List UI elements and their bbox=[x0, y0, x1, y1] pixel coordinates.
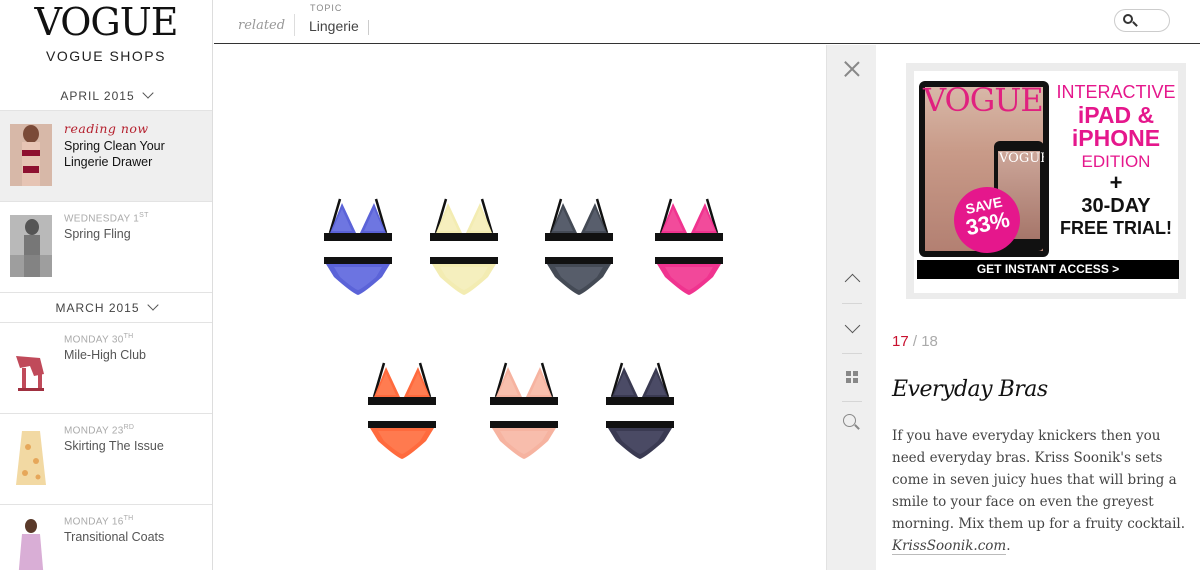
divider bbox=[368, 20, 369, 35]
close-button[interactable] bbox=[827, 49, 877, 89]
list-item[interactable]: MONDAY 30th Mile-High Club bbox=[0, 323, 212, 414]
top-bar: related TOPIC Lingerie bbox=[214, 0, 1200, 44]
vogue-shops-title[interactable]: VOGUE SHOPS bbox=[0, 48, 212, 64]
grid-view-button[interactable] bbox=[827, 357, 877, 397]
lingerie-set bbox=[426, 197, 502, 307]
zoom-button[interactable] bbox=[827, 403, 877, 443]
gallery-image[interactable] bbox=[214, 45, 826, 570]
item-date: MONDAY 23rd bbox=[64, 424, 135, 437]
grid-icon bbox=[846, 371, 858, 383]
article-body: If you have everyday knickers then you n… bbox=[892, 428, 1186, 555]
item-date: MONDAY 30th bbox=[64, 333, 134, 346]
item-title: Spring Clean Your Lingerie Drawer bbox=[64, 139, 165, 169]
thumbnail-image bbox=[10, 518, 52, 570]
get-access-button[interactable]: GET INSTANT ACCESS > bbox=[917, 260, 1179, 279]
vogue-logo[interactable]: VOGUE bbox=[0, 2, 212, 42]
previous-button[interactable] bbox=[827, 258, 877, 298]
thumbnail-image bbox=[10, 124, 52, 186]
thumbnail-image bbox=[10, 427, 52, 489]
list-item[interactable]: MONDAY 23rd Skirting The Issue bbox=[0, 414, 212, 505]
month-label: APRIL 2015 bbox=[60, 88, 135, 103]
item-date: MONDAY 16th bbox=[64, 515, 134, 528]
list-item[interactable]: MONDAY 16th Transitional Coats bbox=[0, 505, 212, 570]
gallery-controls bbox=[826, 45, 876, 570]
lingerie-set bbox=[541, 197, 617, 307]
topic-link[interactable]: Lingerie bbox=[309, 18, 359, 34]
chevron-down-icon bbox=[146, 299, 159, 311]
lingerie-set bbox=[602, 361, 678, 471]
lingerie-set bbox=[651, 197, 727, 307]
article-title: Everyday Bras bbox=[892, 377, 1048, 402]
zoom-in-icon bbox=[843, 414, 861, 432]
item-title: Spring Fling bbox=[64, 227, 131, 242]
article-panel: VOGUE VOGUE SAVE 33% INTERACTIVE iPAD & … bbox=[876, 45, 1200, 570]
slide-counter: 17 / 18 bbox=[892, 333, 938, 350]
sidebar: VOGUE VOGUE SHOPS APRIL 2015 reading now… bbox=[0, 0, 213, 570]
lingerie-set bbox=[486, 361, 562, 471]
thumbnail-image bbox=[10, 215, 52, 277]
thumbnail-image bbox=[10, 336, 52, 398]
lingerie-set bbox=[320, 197, 396, 307]
item-title: Skirting The Issue bbox=[64, 439, 164, 454]
item-title: Mile-High Club bbox=[64, 348, 146, 363]
chevron-up-icon bbox=[844, 273, 860, 289]
search-button[interactable] bbox=[1114, 9, 1170, 32]
advertisement[interactable]: VOGUE VOGUE SAVE 33% INTERACTIVE iPAD & … bbox=[906, 63, 1186, 299]
related-label: related bbox=[238, 18, 286, 33]
ad-headline: INTERACTIVE iPAD & iPHONE EDITION + 30-D… bbox=[1056, 82, 1176, 238]
list-item-active[interactable]: reading now Spring Clean Your Lingerie D… bbox=[0, 111, 212, 202]
month-selector-april[interactable]: APRIL 2015 bbox=[0, 81, 212, 111]
reading-now-label: reading now bbox=[64, 121, 149, 136]
close-icon bbox=[844, 61, 860, 77]
lingerie-set bbox=[364, 361, 440, 471]
item-title: Transitional Coats bbox=[64, 530, 165, 545]
month-selector-march[interactable]: MARCH 2015 bbox=[0, 293, 212, 323]
month-label: MARCH 2015 bbox=[55, 300, 140, 315]
topic-label: TOPIC bbox=[310, 3, 343, 13]
chevron-down-icon bbox=[141, 87, 154, 99]
retailer-link[interactable]: KrissSoonik.com bbox=[892, 538, 1007, 555]
item-date: WEDNESDAY 1st bbox=[64, 212, 149, 225]
list-item[interactable]: WEDNESDAY 1st Spring Fling bbox=[0, 202, 212, 293]
divider bbox=[294, 14, 295, 36]
ad-magazine-logo: VOGUE bbox=[923, 81, 1044, 119]
next-button[interactable] bbox=[827, 308, 877, 348]
chevron-down-icon bbox=[844, 317, 860, 333]
